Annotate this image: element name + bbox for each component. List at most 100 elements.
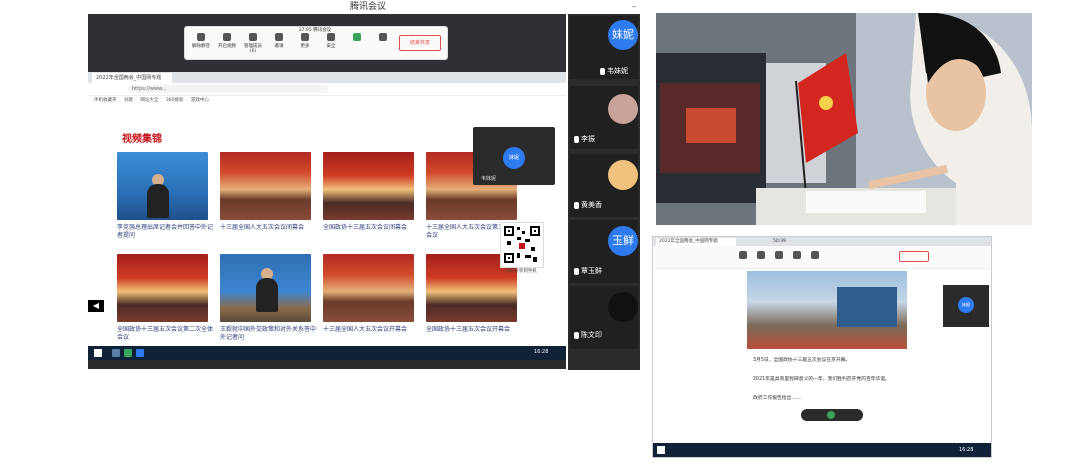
video-caption[interactable]: 李克强总理出席记者会并回答中外记者提问 — [117, 224, 213, 240]
mic-icon — [574, 201, 579, 209]
person-figure — [147, 174, 169, 218]
record-icon — [379, 33, 387, 41]
pause-icon[interactable] — [827, 411, 835, 419]
participant-name: 韦妹妮 — [600, 66, 628, 76]
address-input[interactable]: https://www... — [128, 85, 328, 93]
video-caption[interactable]: 全国政协十三届五次会议闭幕会 — [323, 224, 419, 232]
qr-code — [500, 222, 544, 268]
mic-icon[interactable] — [739, 251, 747, 259]
minimize-icon[interactable]: – — [628, 1, 640, 13]
bookmark-item[interactable]: 游戏中心 — [191, 98, 209, 103]
members-icon[interactable] — [775, 251, 783, 259]
shield-icon — [327, 33, 335, 41]
start-icon[interactable] — [657, 446, 665, 454]
mic-icon — [574, 331, 579, 339]
manage-members-button[interactable]: 管理成员(6) — [241, 33, 265, 55]
browser-tab[interactable]: 2022年全国两会_中国网专题 — [92, 73, 172, 83]
person-figure — [256, 268, 278, 312]
avatar: 妹妮 — [503, 147, 525, 169]
security-label: 安全 — [326, 44, 336, 49]
video-caption[interactable]: 十三届全国人大五次会议开幕会 — [323, 326, 419, 334]
video-thumbnail[interactable] — [220, 152, 311, 220]
video-caption[interactable]: 十三届全国人大五次会议闭幕会 — [220, 224, 316, 232]
video-caption[interactable]: 全国政协十三届五次会议第二次全体会议 — [117, 326, 213, 342]
browser-tab-strip: 2022年全国两会_中国网专题 — [88, 72, 566, 83]
participant-list: 妹妮 韦妹妮 李振 黄美香 玉鲜 覃玉鲜 陈文印 — [568, 14, 640, 370]
security-button[interactable]: 安全 — [319, 33, 343, 55]
unmute-button[interactable]: 解除静音 — [189, 33, 213, 55]
browser-address-bar: https://www... — [88, 83, 566, 96]
participant-tile[interactable]: 陈文印 — [570, 286, 638, 349]
unmute-label: 解除静音 — [192, 44, 210, 49]
members-icon — [249, 33, 257, 41]
shared-browser-window: 37:05 腾讯会议 解除静音 开启视频 管理成员(6) 邀请 更多 安全 结束… — [88, 26, 566, 360]
mic-icon — [574, 135, 579, 143]
participant-tile[interactable]: 黄美香 — [570, 154, 638, 217]
camera-icon[interactable] — [757, 251, 765, 259]
left-arrow-button[interactable]: ◀ — [88, 300, 104, 312]
taskbar: 16:28 — [88, 346, 566, 360]
more-icon[interactable] — [811, 251, 819, 259]
student-at-desk-illustration — [656, 13, 1032, 225]
article-image-banner — [837, 287, 897, 327]
participant-name-text: 韦妹妮 — [607, 67, 628, 75]
video-label: 开启视频 — [218, 44, 236, 49]
participant-name: 陈文印 — [574, 330, 602, 340]
participant-name-text: 覃玉鲜 — [581, 267, 602, 275]
participant-tile[interactable]: 妹妮 韦妹妮 — [570, 16, 638, 79]
video-caption[interactable]: 全国政协十三届五次会议开幕会 — [426, 326, 522, 334]
invite-icon — [275, 33, 283, 41]
chat-icon — [353, 33, 361, 41]
camera-icon — [223, 33, 231, 41]
avatar: 妹妮 — [958, 297, 974, 313]
invite-button[interactable]: 邀请 — [267, 33, 291, 55]
article-paragraph: 政府工作报告指出…… — [753, 396, 801, 401]
participant-name: 黄美香 — [574, 200, 602, 210]
participant-name-text: 陈文印 — [581, 331, 602, 339]
taskbar-app-icon[interactable] — [112, 349, 120, 357]
participant-name: 覃玉鲜 — [574, 266, 602, 276]
browser-tab-strip: 2022年全国两会_中国网专题 — [653, 237, 991, 246]
participant-tile[interactable]: 李振 — [570, 86, 638, 149]
article-text: 3月5日，全国政协十三届五次会议在京开幕。 2021年是具有里程碑意义的一年，我… — [753, 357, 921, 402]
avatar: 玉鲜 — [608, 226, 638, 256]
participant-name-text: 黄美香 — [581, 201, 602, 209]
more-icon — [301, 33, 309, 41]
bookmark-item[interactable]: 360搜索 — [166, 98, 184, 103]
participant-tile[interactable]: 玉鲜 覃玉鲜 — [570, 220, 638, 283]
article-paragraph: 2021年是具有里程碑意义的一年，我们胜利召开党的百年华诞。 — [753, 377, 890, 382]
video-thumbnail[interactable] — [117, 254, 208, 322]
floating-video-panel[interactable]: 妹妮 — [943, 285, 989, 327]
video-thumbnail[interactable] — [117, 152, 208, 220]
video-button[interactable]: 开启视频 — [215, 33, 239, 55]
browser-tab[interactable]: 2022年全国两会_中国网专题 — [656, 238, 736, 246]
video-thumbnail[interactable] — [323, 254, 414, 322]
bookmark-item[interactable]: 手机收藏夹 — [94, 98, 117, 103]
avatar — [608, 160, 638, 190]
meeting-titlebar: 腾讯会议 – — [88, 0, 638, 15]
more-button[interactable]: 更多 — [293, 33, 317, 55]
toolbar-extra-2[interactable] — [371, 33, 395, 55]
mic-icon — [197, 33, 205, 41]
mic-icon — [600, 67, 605, 75]
toolbar-extra-1[interactable] — [345, 33, 369, 55]
meeting-window: 腾讯会议 – 37:05 腾讯会议 解除静音 开启视频 管理成员(6) 邀请 更… — [88, 0, 638, 370]
end-share-button[interactable]: 结束共享 — [399, 35, 441, 51]
video-thumbnail[interactable] — [220, 254, 311, 322]
bookmark-item[interactable]: 网址大全 — [140, 98, 158, 103]
bookmark-item[interactable]: 谷歌 — [124, 98, 133, 103]
webcam-photo — [656, 13, 1032, 225]
avatar — [608, 94, 638, 124]
video-thumbnail[interactable] — [323, 152, 414, 220]
floating-video-panel[interactable]: 妹妮 韦妹妮 — [473, 127, 555, 185]
invite-icon[interactable] — [793, 251, 801, 259]
video-caption[interactable]: 王毅就中国外交政策和对外关系答中外记者问 — [220, 326, 316, 342]
more-label: 更多 — [300, 44, 310, 49]
qr-label: 扫码分享到手机 — [505, 269, 537, 274]
end-share-button[interactable] — [899, 251, 929, 262]
taskbar-app-icon[interactable] — [124, 349, 132, 357]
participant-name-text: 李振 — [581, 135, 595, 143]
meeting-title: 腾讯会议 — [349, 2, 386, 12]
taskbar-app-icon[interactable] — [136, 349, 144, 357]
start-icon[interactable] — [94, 349, 102, 357]
